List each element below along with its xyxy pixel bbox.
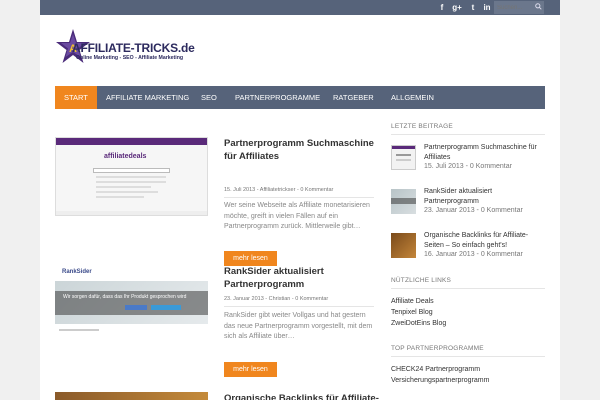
page-background-right xyxy=(560,0,600,400)
sidebar-link[interactable]: Affiliate Deals xyxy=(391,298,434,305)
post-meta: 23. Januar 2013 - Christian - 0 Kommenta… xyxy=(224,296,374,307)
top-programs-heading: TOP PARTNERPROGRAMME xyxy=(391,345,545,357)
post-excerpt: Wer seine Webseite als Affiliate monetar… xyxy=(224,202,370,230)
nav-item-ratgeber[interactable]: RATGEBER xyxy=(333,86,374,109)
recent-posts-heading: LETZTE BEITRAGE xyxy=(391,123,545,135)
recent-post-thumbnail[interactable] xyxy=(391,233,416,258)
sidebar-link[interactable]: CHECK24 Partnerprogramm xyxy=(391,366,480,373)
post-thumbnail[interactable]: RankSider Wir sorgen dafür, dass das Ihr… xyxy=(55,265,208,344)
post-excerpt: RankSider gibt weiter Vollgas und hat ge… xyxy=(224,312,373,340)
recent-post-meta: 15. Juli 2013 - 0 Kommentar xyxy=(424,163,512,170)
twitter-icon[interactable]: t xyxy=(467,2,479,13)
recent-post-meta: 16. Januar 2013 - 0 Kommentar xyxy=(424,251,523,258)
linkedin-icon[interactable]: in xyxy=(481,2,493,13)
recent-post-title[interactable]: Organische Backlinks für Affiliate-Seite… xyxy=(424,231,544,251)
post-thumbnail[interactable] xyxy=(55,392,208,400)
page-background-left xyxy=(0,0,40,400)
main-navigation: START AFFILIATE MARKETING SEO PARTNERPRO… xyxy=(55,86,545,109)
site-header: A AFFILIATE-TRICKS.de Online Marketing -… xyxy=(40,15,560,87)
useful-links-heading: NÜTZLICHE LINKS xyxy=(391,277,545,289)
search-icon[interactable] xyxy=(535,3,542,10)
read-more-button[interactable]: mehr lesen xyxy=(224,362,277,377)
sidebar-link[interactable]: ZweiDotEins Blog xyxy=(391,320,446,327)
recent-post-title[interactable]: RankSider aktualisiert Partnerprogramm xyxy=(424,187,544,207)
facebook-icon[interactable]: f xyxy=(436,2,448,13)
nav-item-start[interactable]: START xyxy=(55,86,97,109)
nav-item-seo[interactable]: SEO xyxy=(201,86,217,109)
post-meta: 15. Juli 2013 - Affiliatetrickser - 0 Ko… xyxy=(224,187,374,198)
nav-item-partnerprogramme[interactable]: PARTNERPROGRAMME xyxy=(235,86,320,109)
post-thumbnail[interactable]: affiliatedeals xyxy=(55,137,208,216)
post-title[interactable]: Partnerprogramm Suchmaschine für Affilia… xyxy=(224,137,380,163)
nav-item-affiliate-marketing[interactable]: AFFILIATE MARKETING xyxy=(106,86,189,109)
post-title[interactable]: Organische Backlinks für Affiliate- xyxy=(224,392,380,400)
thumbnail-text: Wir sorgen dafür, dass das Ihr Produkt g… xyxy=(63,294,187,300)
thumbnail-label: RankSider xyxy=(62,269,92,275)
read-more-button[interactable]: mehr lesen xyxy=(224,251,277,266)
recent-post-title[interactable]: Partnerprogramm Suchmaschine für Affilia… xyxy=(424,143,544,163)
logo-tagline: Online Marketing - SEO - Affiliate Marke… xyxy=(76,55,184,61)
logo-title[interactable]: AFFILIATE-TRICKS.de xyxy=(72,41,195,55)
thumbnail-label: affiliatedeals xyxy=(104,153,147,160)
top-bar: f g+ t in xyxy=(40,0,560,15)
sidebar-link[interactable]: Tenpixel Blog xyxy=(391,309,433,316)
recent-post-thumbnail[interactable] xyxy=(391,145,416,170)
sidebar-link[interactable]: Versicherungspartnerprogramm xyxy=(391,377,489,384)
post-title[interactable]: RankSider aktualisiert Partnerprogramm xyxy=(224,265,380,291)
nav-item-allgemein[interactable]: ALLGEMEIN xyxy=(391,86,434,109)
recent-post-meta: 23. Januar 2013 - 0 Kommentar xyxy=(424,207,523,214)
google-plus-icon[interactable]: g+ xyxy=(451,2,463,13)
recent-post-thumbnail[interactable] xyxy=(391,189,416,214)
